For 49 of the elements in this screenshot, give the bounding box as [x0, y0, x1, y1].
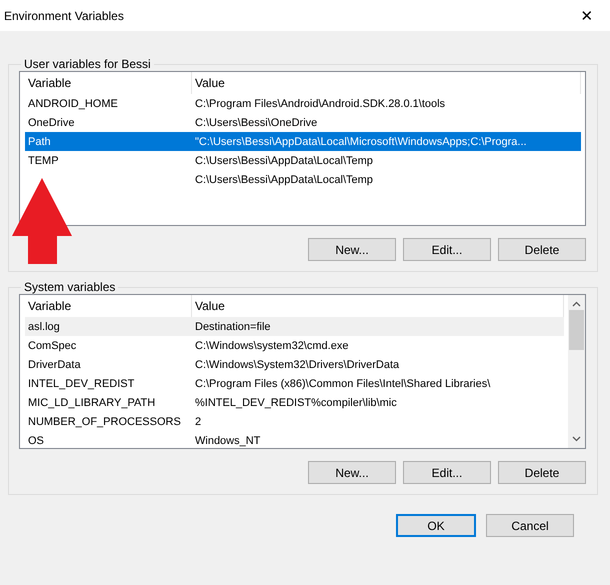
list-action-button[interactable]: Delete — [498, 238, 586, 261]
list-action-button[interactable]: Edit... — [403, 238, 491, 261]
value-cell-text: "C:\Users\Bessi\AppData\Local\Microsoft\WindowsApps;C:\Progra... — [194, 136, 528, 148]
list-row[interactable]: C:\Users\Bessi\AppData\Local\Temp — [25, 170, 581, 189]
variable-cell-text: TEMP — [27, 154, 60, 166]
group-title: System variables — [23, 280, 116, 294]
list-row[interactable]: ANDROID_HOME C:\Program Files\Android\Android.SDK.28.0.1\tools — [25, 94, 581, 113]
value-cell-text: C:\Program Files\Android\Android.SDK.28.0.1\tools — [194, 98, 446, 110]
variable-cell-text: asl.log — [27, 320, 61, 332]
list-row[interactable]: INTEL_DEV_REDIST C:\Program Files (x86)\Common Files\Intel\Shared Libraries\ — [25, 374, 564, 393]
dialog-button[interactable]: Cancel — [486, 514, 574, 537]
window-title: Environment Variables — [4, 8, 124, 22]
variable-cell-text: NUMBER_OF_PROCESSORS — [27, 416, 182, 428]
value-cell-text: 2 — [194, 416, 202, 428]
dialog-button[interactable]: OK — [396, 514, 476, 537]
variable-cell-text: Path — [27, 136, 52, 148]
list-row[interactable]: asl.log Destination=file — [25, 317, 564, 336]
variable-cell-text: OS — [27, 434, 45, 446]
value-cell-text: Windows_NT — [194, 434, 262, 446]
close-button[interactable]: ✕ — [564, 0, 610, 31]
variable-cell-text: ComSpec — [27, 340, 78, 352]
variable-cell-text: INTEL_DEV_REDIST — [27, 378, 136, 390]
value-cell-text: %INTEL_DEV_REDIST%compiler\lib\mic — [194, 396, 398, 408]
list-action-button[interactable]: New... — [308, 238, 396, 261]
list-action-button[interactable]: Delete — [498, 461, 586, 484]
column-header[interactable]: Variable — [25, 72, 192, 94]
column-header[interactable]: Value — [192, 72, 581, 94]
list-row[interactable]: OS Windows_NT — [25, 431, 564, 448]
value-cell-text: C:\Users\Bessi\OneDrive — [194, 116, 318, 128]
variable-cell-text: DriverData — [27, 358, 82, 370]
group-title: User variables for Bessi — [23, 57, 152, 71]
value-cell-text: C:\Program Files (x86)\Common Files\Intel\Shared Libraries\ — [194, 378, 492, 390]
value-cell-text: Destination=file — [194, 320, 272, 332]
value-cell-text: C:\Windows\system32\cmd.exe — [194, 340, 350, 352]
list-row[interactable]: DriverData C:\Windows\System32\Drivers\DriverData — [25, 355, 564, 374]
list-row[interactable]: OneDrive C:\Users\Bessi\OneDrive — [25, 113, 581, 132]
list-action-button[interactable]: New... — [308, 461, 396, 484]
value-cell-text: C:\Windows\System32\Drivers\DriverData — [194, 358, 400, 370]
list-row[interactable]: NUMBER_OF_PROCESSORS 2 — [25, 412, 564, 431]
list-row[interactable]: ComSpec C:\Windows\system32\cmd.exe — [25, 336, 564, 355]
value-cell-text: C:\Users\Bessi\AppData\Local\Temp — [194, 174, 374, 186]
variable-cell-text: ANDROID_HOME — [27, 98, 119, 110]
value-cell-text: C:\Users\Bessi\AppData\Local\Temp — [194, 154, 374, 166]
list-action-button[interactable]: Edit... — [403, 461, 491, 484]
variable-cell-text: OneDrive — [27, 116, 76, 128]
list-row[interactable]: MIC_LD_LIBRARY_PATH %INTEL_DEV_REDIST%compiler\lib\mic — [25, 393, 564, 412]
variable-cell-text: MIC_LD_LIBRARY_PATH — [27, 396, 156, 408]
list-row[interactable]: TEMP C:\Users\Bessi\AppData\Local\Temp — [25, 151, 581, 170]
list-row[interactable]: Path "C:\Users\Bessi\AppData\Local\Microsoft\WindowsApps;C:\Progra... — [25, 132, 581, 151]
